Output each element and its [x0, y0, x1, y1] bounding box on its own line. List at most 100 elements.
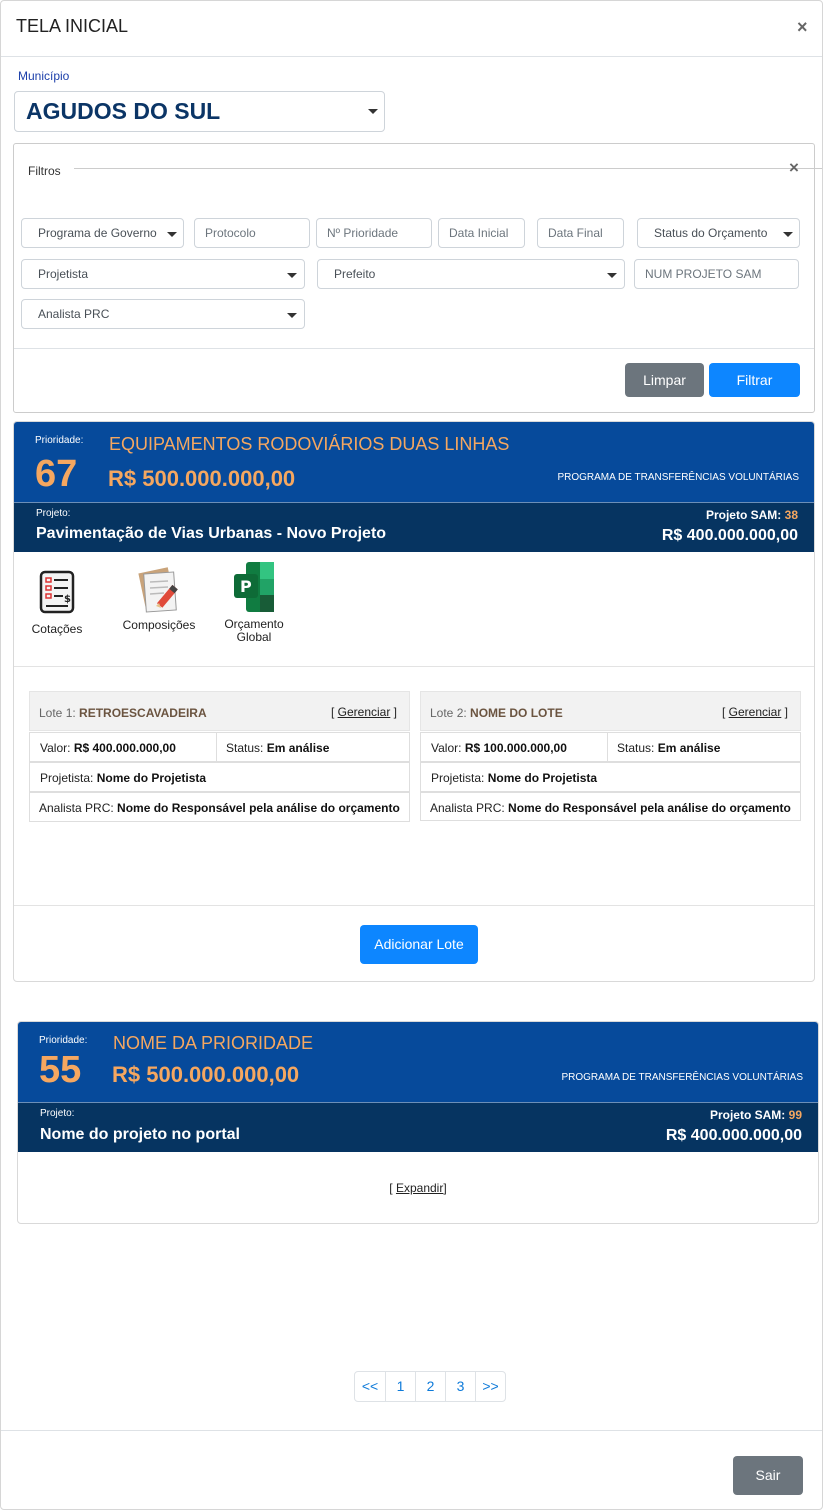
chevron-down-icon [607, 273, 617, 278]
expand-link[interactable]: [ Expandir] [18, 1181, 818, 1195]
filter-button[interactable]: Filtrar [709, 363, 800, 397]
page-first[interactable]: << [355, 1372, 385, 1401]
page-1[interactable]: 1 [385, 1372, 415, 1401]
gerenciar-link-text[interactable]: Gerenciar [338, 705, 391, 719]
lote-projetista: Projetista: Nome do Projetista [40, 771, 206, 785]
data-final-input[interactable]: Data Final [537, 218, 624, 248]
priority-value: R$ 500.000.000,00 [112, 1062, 300, 1087]
page-3[interactable]: 3 [445, 1372, 475, 1401]
analista-prc-select[interactable]: Analista PRC [21, 299, 305, 329]
lote-analista-value: Nome do Responsável pela análise do orça… [508, 801, 791, 815]
project-value: R$ 400.000.000,00 [661, 527, 798, 544]
program-name: PROGRAMA DE TRANSFERÊNCIAS VOLUNTÁRIAS [561, 1072, 803, 1083]
priority-number: 67 [35, 453, 78, 495]
lote-title: Lote 1: RETROESCAVADEIRA [39, 706, 207, 720]
lote-projetista-value: Nome do Projetista [96, 771, 207, 785]
modal-footer-divider [1, 1430, 822, 1431]
lote-analista-label: Analista PRC: [39, 801, 114, 815]
lote-row-analista: Analista PRC: Nome do Responsável pela a… [420, 792, 801, 821]
data-inicial-input[interactable]: Data Inicial [438, 218, 525, 248]
project-label: Projeto: [36, 508, 71, 519]
lote-title: Lote 2: NOME DO LOTE [430, 706, 563, 720]
orcamento-label: Orçamento Global [216, 618, 292, 644]
orcamento-label-line1: Orçamento [224, 617, 284, 631]
project-value: R$ 400.000.000,00 [665, 1127, 802, 1144]
quotation-icon: $ [39, 570, 75, 614]
svg-text:$: $ [64, 594, 71, 605]
cell-divider [607, 733, 608, 761]
municipio-value: AGUDOS DO SUL [26, 98, 221, 124]
lote-row-valor: Valor: R$ 100.000.000,00 Status: Em anál… [420, 732, 801, 762]
lote-valor: Valor: R$ 100.000.000,00 [431, 741, 567, 755]
lote-row-projetista: Projetista: Nome do Projetista [29, 762, 410, 792]
num-projeto-sam-input[interactable]: NUM PROJETO SAM [634, 259, 799, 289]
filters-footer [14, 348, 814, 349]
divider [14, 666, 814, 667]
lote-analista: Analista PRC: Nome do Responsável pela a… [39, 801, 400, 815]
composicoes-tool[interactable]: Composições [116, 564, 202, 632]
lote-analista-value: Nome do Responsável pela análise do orça… [117, 801, 400, 815]
orcamento-label-line2: Global [236, 630, 272, 644]
add-lote-button[interactable]: Adicionar Lote [360, 925, 478, 964]
lote-status-label: Status: [617, 741, 655, 755]
analista-select-label: Analista PRC [38, 307, 110, 321]
filters-close-icon[interactable]: × [789, 159, 799, 176]
lote-valor-value: R$ 400.000.000,00 [73, 741, 176, 755]
lote-status-value: Em análise [657, 741, 721, 755]
status-orcamento-select[interactable]: Status do Orçamento [637, 218, 800, 248]
lote-row-projetista: Projetista: Nome do Projetista [420, 762, 801, 792]
lote-valor-label: Valor: [431, 741, 462, 755]
lote-row-analista: Analista PRC: Nome do Responsável pela a… [29, 792, 410, 822]
lote-status: Status: Em análise [617, 741, 720, 755]
svg-text:P: P [240, 577, 252, 596]
lote-prefix: Lote 2: [430, 706, 467, 720]
lote-name: NOME DO LOTE [470, 706, 563, 720]
lote-prefix: Lote 1: [39, 706, 76, 720]
clear-button[interactable]: Limpar [625, 363, 704, 397]
ms-project-icon: P [234, 562, 274, 612]
modal-title: TELA INICIAL [16, 16, 129, 36]
cotacoes-tool[interactable]: $ Cotações [24, 570, 90, 636]
expand-link-text[interactable]: Expandir [396, 1181, 443, 1195]
municipio-select[interactable]: AGUDOS DO SUL [14, 91, 385, 132]
lote-header: Lote 2: NOME DO LOTE [ Gerenciar ] [420, 691, 801, 731]
projetista-select[interactable]: Projetista [21, 259, 305, 289]
project-sam-number: 38 [784, 508, 798, 522]
modal-dialog: TELA INICIAL × Município AGUDOS DO SUL F… [0, 0, 823, 1510]
chevron-down-icon [287, 313, 297, 318]
lote-header: Lote 1: RETROESCAVADEIRA [ Gerenciar ] [29, 691, 410, 731]
project-name: Pavimentação de Vias Urbanas - Novo Proj… [36, 525, 387, 542]
priority-title: NOME DA PRIORIDADE [113, 1033, 314, 1053]
programa-select[interactable]: Programa de Governo [21, 218, 184, 248]
priority-label: Prioridade: [35, 435, 84, 446]
protocolo-input[interactable]: Protocolo [194, 218, 310, 248]
chevron-down-icon [368, 109, 378, 114]
filters-legend: Filtros [28, 164, 65, 178]
divider [14, 905, 814, 906]
orcamento-global-tool[interactable]: P Orçamento Global [216, 560, 292, 644]
filters-panel: Filtros × Programa de Governo Protocolo … [13, 143, 822, 413]
page-last[interactable]: >> [475, 1372, 505, 1401]
lote-card: Lote 2: NOME DO LOTE [ Gerenciar ] Valor… [420, 691, 801, 823]
gerenciar-link-text[interactable]: Gerenciar [729, 705, 782, 719]
priority-card-header: Prioridade: 55 NOME DA PRIORIDADE R$ 500… [18, 1022, 818, 1102]
priority-label: Prioridade: [39, 1035, 88, 1046]
priority-card: Prioridade: 67 EQUIPAMENTOS RODOVIÁRIOS … [13, 421, 815, 982]
lote-projetista-label: Projetista: [40, 771, 94, 785]
filters-divider [74, 168, 822, 169]
prefeito-select-label: Prefeito [334, 267, 376, 281]
gerenciar-link[interactable]: [ Gerenciar ] [722, 705, 788, 719]
gerenciar-link[interactable]: [ Gerenciar ] [331, 705, 397, 719]
program-name: PROGRAMA DE TRANSFERÊNCIAS VOLUNTÁRIAS [557, 472, 799, 483]
lote-projetista-label: Projetista: [431, 771, 485, 785]
modal-close-icon[interactable]: × [797, 18, 808, 36]
lote-analista: Analista PRC: Nome do Responsável pela a… [430, 801, 791, 815]
prefeito-select[interactable]: Prefeito [317, 259, 625, 289]
exit-button[interactable]: Sair [733, 1456, 803, 1495]
projetista-select-label: Projetista [38, 267, 89, 281]
prioridade-input[interactable]: Nº Prioridade [316, 218, 432, 248]
status-select-label: Status do Orçamento [654, 226, 768, 240]
lote-valor: Valor: R$ 400.000.000,00 [40, 741, 176, 755]
page-2[interactable]: 2 [415, 1372, 445, 1401]
lote-projetista: Projetista: Nome do Projetista [431, 771, 597, 785]
